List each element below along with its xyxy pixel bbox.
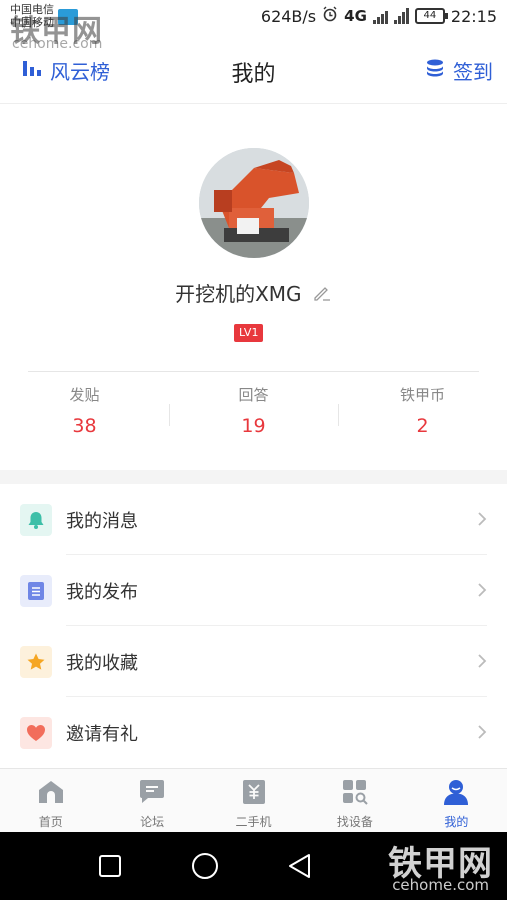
level-badge: LV1	[234, 324, 264, 342]
stat-value: 38	[72, 415, 97, 437]
home-icon	[37, 779, 65, 809]
page-header: 风云榜 我的 签到	[0, 42, 507, 104]
tab-label: 论坛	[140, 815, 165, 829]
stat-label: 回答	[238, 386, 269, 404]
net-speed: 624B/s	[260, 6, 317, 26]
avatar[interactable]	[199, 148, 309, 258]
menu-item-invite[interactable]: 邀请有礼	[0, 697, 507, 768]
tab-home[interactable]: 首页	[0, 769, 101, 832]
menu-item-label: 我的消息	[66, 510, 138, 532]
stat-label: 发贴	[69, 386, 100, 404]
stat-label: 铁甲币	[399, 386, 445, 404]
menu-item-messages[interactable]: 我的消息	[0, 484, 507, 555]
chevron-right-icon	[477, 511, 487, 531]
yuan-tag-icon	[240, 779, 268, 809]
menu-list: 我的消息 我的发布 我的收藏 邀请有礼	[0, 484, 507, 768]
star-icon	[20, 645, 52, 678]
divider	[28, 371, 479, 372]
stat-value: 2	[416, 415, 429, 437]
tab-label: 找设备	[336, 815, 373, 829]
menu-item-posts[interactable]: 我的发布	[0, 555, 507, 626]
menu-item-label: 我的发布	[66, 581, 138, 603]
menu-item-label: 邀请有礼	[66, 723, 138, 745]
stats-row: 发贴 38 回答 19 铁甲币 2	[0, 384, 507, 454]
chevron-right-icon	[477, 724, 487, 744]
chat-icon	[138, 779, 166, 809]
username-row: 开挖机的XMG	[0, 278, 507, 308]
tab-label: 首页	[38, 815, 63, 829]
coins-stack-icon	[425, 58, 445, 83]
grid-search-icon	[341, 779, 369, 809]
battery-level: 44	[423, 10, 437, 21]
tab-forum[interactable]: 论坛	[101, 769, 202, 832]
network-type: 4G	[344, 7, 367, 25]
menu-item-label: 我的收藏	[66, 652, 138, 674]
document-icon	[20, 574, 52, 607]
stat-coins[interactable]: 铁甲币 2	[338, 384, 507, 437]
battery-icon: 44	[414, 8, 448, 24]
status-bar: 中国电信 中国移动 铁甲网 cehome.com 624B/s 4G 44 22…	[0, 0, 507, 52]
tab-mine[interactable]: 我的	[406, 769, 507, 832]
stat-posts[interactable]: 发贴 38	[0, 384, 169, 437]
bottom-tab-bar: 首页 论坛 二手机 找设备 我的	[0, 768, 507, 832]
signal-icon-2	[393, 8, 409, 24]
checkin-label: 签到	[453, 60, 493, 84]
tab-label: 二手机	[235, 815, 272, 829]
stat-value: 19	[241, 415, 266, 437]
alarm-icon	[322, 6, 338, 26]
system-nav-bar: 铁甲网 cehome.com	[0, 832, 507, 900]
watermark-site-bottom: cehome.com	[392, 876, 489, 894]
chevron-right-icon	[477, 582, 487, 602]
section-gap	[0, 470, 507, 484]
tab-label: 我的	[444, 815, 469, 829]
signal-icon	[372, 8, 388, 24]
edit-pencil-icon[interactable]	[312, 283, 332, 308]
tab-used-machines[interactable]: 二手机	[203, 769, 304, 832]
clock: 22:15	[450, 6, 497, 26]
heart-icon	[20, 716, 52, 749]
bell-icon	[20, 503, 52, 536]
home-circle-icon[interactable]	[191, 852, 219, 884]
recents-square-icon[interactable]	[98, 854, 122, 882]
back-triangle-icon[interactable]	[287, 853, 313, 883]
checkin-button[interactable]: 签到	[425, 56, 493, 85]
menu-item-favorites[interactable]: 我的收藏	[0, 626, 507, 697]
status-indicators: 624B/s 4G 44 22:15	[261, 6, 497, 26]
tab-find-equipment[interactable]: 找设备	[304, 769, 405, 832]
user-icon	[442, 779, 470, 809]
username: 开挖机的XMG	[175, 282, 302, 306]
chevron-right-icon	[477, 653, 487, 673]
stat-answers[interactable]: 回答 19	[169, 384, 338, 437]
